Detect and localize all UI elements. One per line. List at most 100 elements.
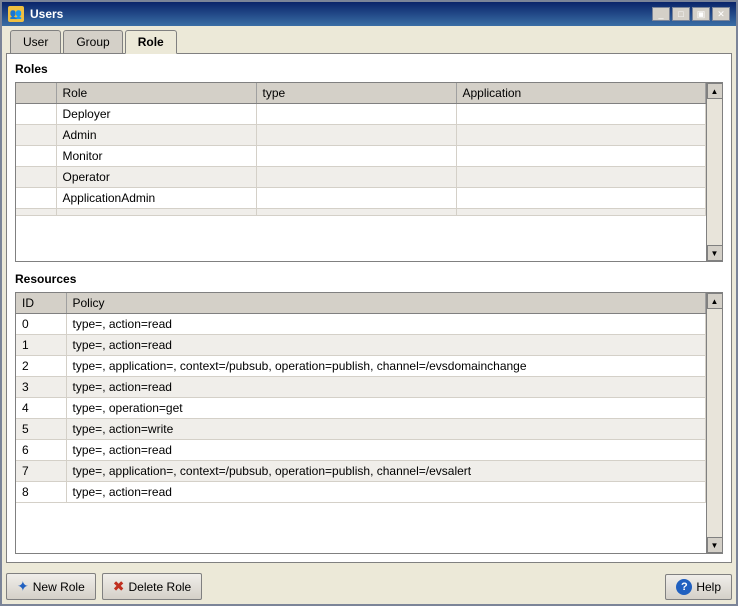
minimize-button[interactable]: _ [652,7,670,21]
roles-section-title: Roles [15,62,723,76]
resources-cell-id: 0 [16,314,66,335]
help-icon: ? [676,579,692,595]
titlebar-title: 👥 Users [8,6,63,22]
titlebar: 👥 Users _ □ ▣ ✕ [2,2,736,26]
roles-col-application: Application [456,83,706,104]
maximize-button[interactable]: □ [672,7,690,21]
resources-cell-id: 6 [16,440,66,461]
resources-table-row[interactable]: 3 type=, action=read [16,377,706,398]
resources-cell-policy: type=, action=read [66,377,706,398]
roles-scrollbar[interactable]: ▲ ▼ [706,83,722,261]
tab-user[interactable]: User [10,30,61,53]
resources-scroll-down[interactable]: ▼ [707,537,723,553]
tab-content-role: Roles Role type Application [6,53,732,563]
roles-table-row[interactable]: ApplicationAdmin [16,188,706,209]
roles-table-row[interactable]: Deployer [16,104,706,125]
resources-cell-id: 3 [16,377,66,398]
roles-cell-application [456,146,706,167]
resources-scroll-track[interactable] [707,309,722,537]
new-role-button[interactable]: ✦ New Role [6,573,96,600]
resources-table-row[interactable]: 4 type=, operation=get [16,398,706,419]
resources-table-row[interactable]: 0 type=, action=read [16,314,706,335]
tab-role[interactable]: Role [125,30,177,54]
main-window: 👥 Users _ □ ▣ ✕ User Group Role Roles [0,0,738,606]
footer-left: ✦ New Role ✖ Delete Role [6,573,202,600]
resources-table-row[interactable]: 7 type=, application=, context=/pubsub, … [16,461,706,482]
resources-cell-policy: type=, application=, context=/pubsub, op… [66,356,706,377]
restore-button[interactable]: ▣ [692,7,710,21]
roles-cell-application [456,209,706,216]
resources-table-row[interactable]: 8 type=, action=read [16,482,706,503]
roles-table-body: Deployer Admin Monitor Operator Applicat… [16,104,706,216]
resources-cell-id: 4 [16,398,66,419]
resources-table-row[interactable]: 1 type=, action=read [16,335,706,356]
resources-scrollbar[interactable]: ▲ ▼ [706,293,722,553]
resources-col-policy: Policy [66,293,706,314]
roles-cell-empty [16,209,56,216]
roles-cell-empty [16,188,56,209]
roles-table-container: Role type Application Deployer Admin Mon… [15,82,723,262]
roles-table-scroll: Role type Application Deployer Admin Mon… [16,83,706,261]
roles-table-row[interactable]: Operator [16,167,706,188]
roles-cell-application [456,104,706,125]
roles-cell-empty [16,104,56,125]
roles-table-row[interactable]: Monitor [16,146,706,167]
roles-cell-empty [16,125,56,146]
roles-scroll-up[interactable]: ▲ [707,83,723,99]
resources-table: ID Policy 0 type=, action=read 1 type=, … [16,293,706,503]
close-button[interactable]: ✕ [712,7,730,21]
tab-bar: User Group Role [6,30,732,53]
resources-cell-id: 8 [16,482,66,503]
resources-cell-id: 5 [16,419,66,440]
roles-cell-type [256,125,456,146]
resources-table-body: 0 type=, action=read 1 type=, action=rea… [16,314,706,503]
roles-cell-type [256,167,456,188]
window-title: Users [30,7,63,21]
roles-scroll-track[interactable] [707,99,722,245]
resources-cell-id: 2 [16,356,66,377]
resources-table-row[interactable]: 5 type=, action=write [16,419,706,440]
roles-cell-role: Monitor [56,146,256,167]
titlebar-controls: _ □ ▣ ✕ [652,7,730,21]
delete-role-button[interactable]: ✖ Delete Role [102,573,202,600]
roles-cell-application [456,167,706,188]
roles-table-row[interactable]: Admin [16,125,706,146]
new-role-label: New Role [33,580,85,594]
resources-table-container: ID Policy 0 type=, action=read 1 type=, … [15,292,723,554]
roles-cell-role: ApplicationAdmin [56,188,256,209]
roles-cell-type [256,104,456,125]
roles-table-row[interactable] [16,209,706,216]
roles-scroll-down[interactable]: ▼ [707,245,723,261]
footer-right: ? Help [665,574,732,600]
roles-cell-application [456,188,706,209]
resources-table-row[interactable]: 2 type=, application=, context=/pubsub, … [16,356,706,377]
resources-section-title: Resources [15,272,723,286]
resources-cell-policy: type=, application=, context=/pubsub, op… [66,461,706,482]
content-area: User Group Role Roles Role type Applic [2,26,736,567]
resources-cell-policy: type=, operation=get [66,398,706,419]
roles-cell-role: Operator [56,167,256,188]
tab-group[interactable]: Group [63,30,122,53]
roles-cell-empty [16,146,56,167]
roles-col-type: type [256,83,456,104]
resources-scroll-up[interactable]: ▲ [707,293,723,309]
resources-cell-policy: type=, action=write [66,419,706,440]
roles-cell-role: Admin [56,125,256,146]
resources-cell-policy: type=, action=read [66,482,706,503]
resources-table-scroll[interactable]: ID Policy 0 type=, action=read 1 type=, … [16,293,706,553]
resources-table-row[interactable]: 6 type=, action=read [16,440,706,461]
roles-cell-role [56,209,256,216]
roles-col-empty [16,83,56,104]
window-icon: 👥 [8,6,24,22]
roles-table: Role type Application Deployer Admin Mon… [16,83,706,216]
resources-cell-id: 7 [16,461,66,482]
help-button[interactable]: ? Help [665,574,732,600]
new-role-icon: ✦ [17,578,29,595]
resources-cell-policy: type=, action=read [66,314,706,335]
delete-role-icon: ✖ [113,578,125,595]
resources-cell-policy: type=, action=read [66,335,706,356]
resources-cell-id: 1 [16,335,66,356]
roles-cell-type [256,209,456,216]
help-label: Help [696,580,721,594]
roles-cell-application [456,125,706,146]
